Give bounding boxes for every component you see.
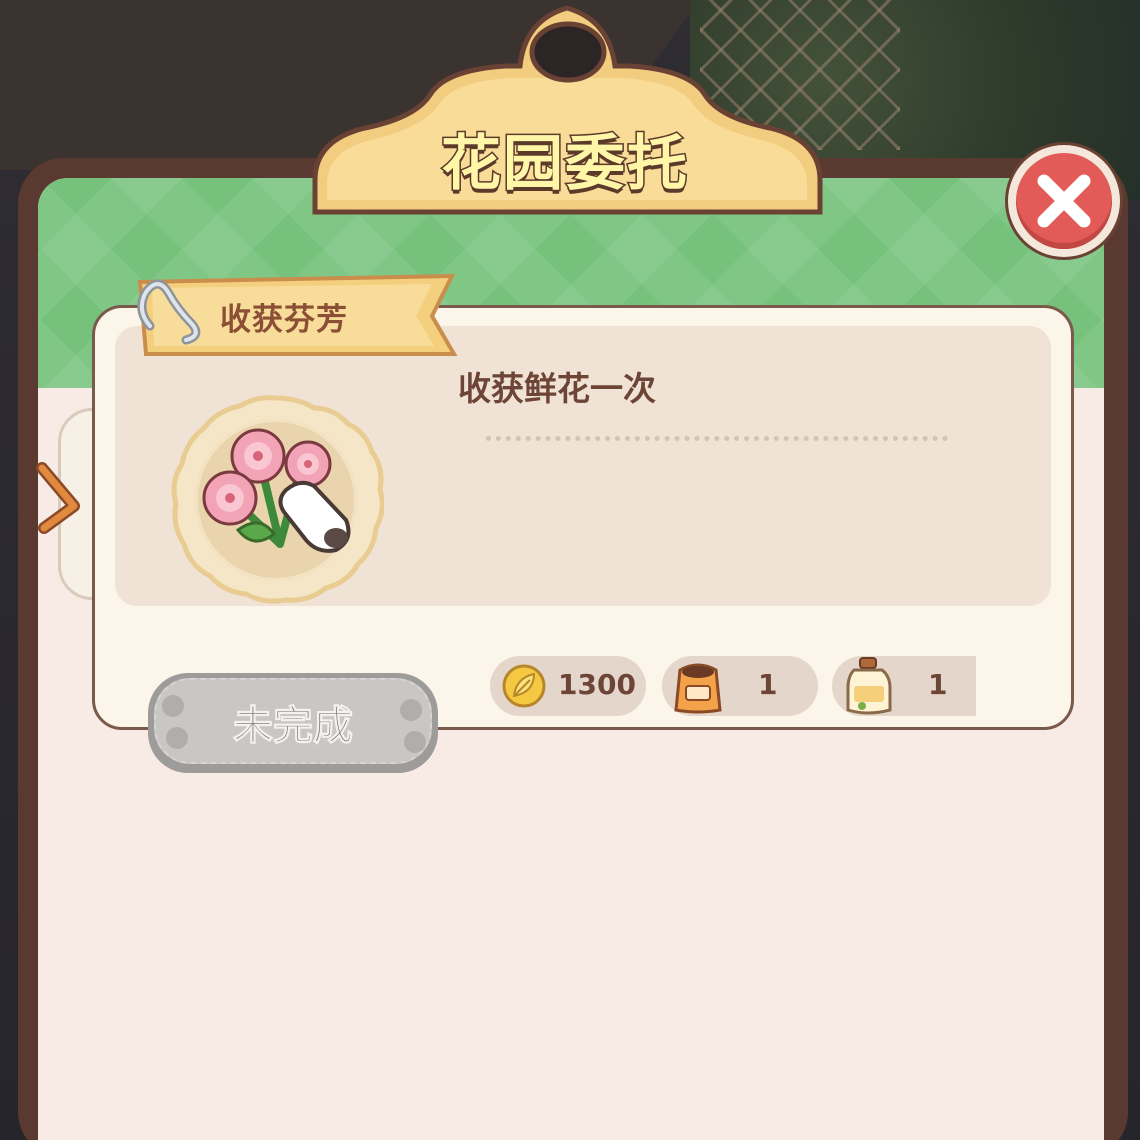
- reward-amount: 1: [758, 668, 778, 701]
- chevron-right-icon[interactable]: [36, 462, 90, 538]
- task-category-label: 收获芬芳: [220, 302, 348, 338]
- reward-item-seed-bag: 1: [662, 656, 818, 716]
- reward-amount: 1: [928, 668, 948, 701]
- page-title: 花园委托: [440, 128, 689, 201]
- flower-bouquet-icon: [171, 395, 384, 604]
- task-description: 收获鲜花一次: [458, 369, 656, 408]
- status-button[interactable]: 未完成: [148, 673, 438, 773]
- task-category-ribbon: 收获芬芳: [132, 270, 462, 360]
- close-button[interactable]: [1008, 145, 1120, 257]
- reward-item-coins: 1300: [490, 656, 646, 716]
- reward-amount: 1300: [558, 668, 636, 701]
- seed-bag-icon: [674, 663, 722, 714]
- leaf-coin-icon: [502, 664, 546, 708]
- progress-divider: [486, 436, 948, 441]
- title-plaque: 花园委托: [305, 0, 825, 220]
- status-label: 未完成: [233, 703, 354, 750]
- reward-item-fertilizer: 1: [832, 656, 976, 716]
- close-icon: [1037, 174, 1091, 228]
- fertilizer-bottle-icon: [846, 657, 892, 715]
